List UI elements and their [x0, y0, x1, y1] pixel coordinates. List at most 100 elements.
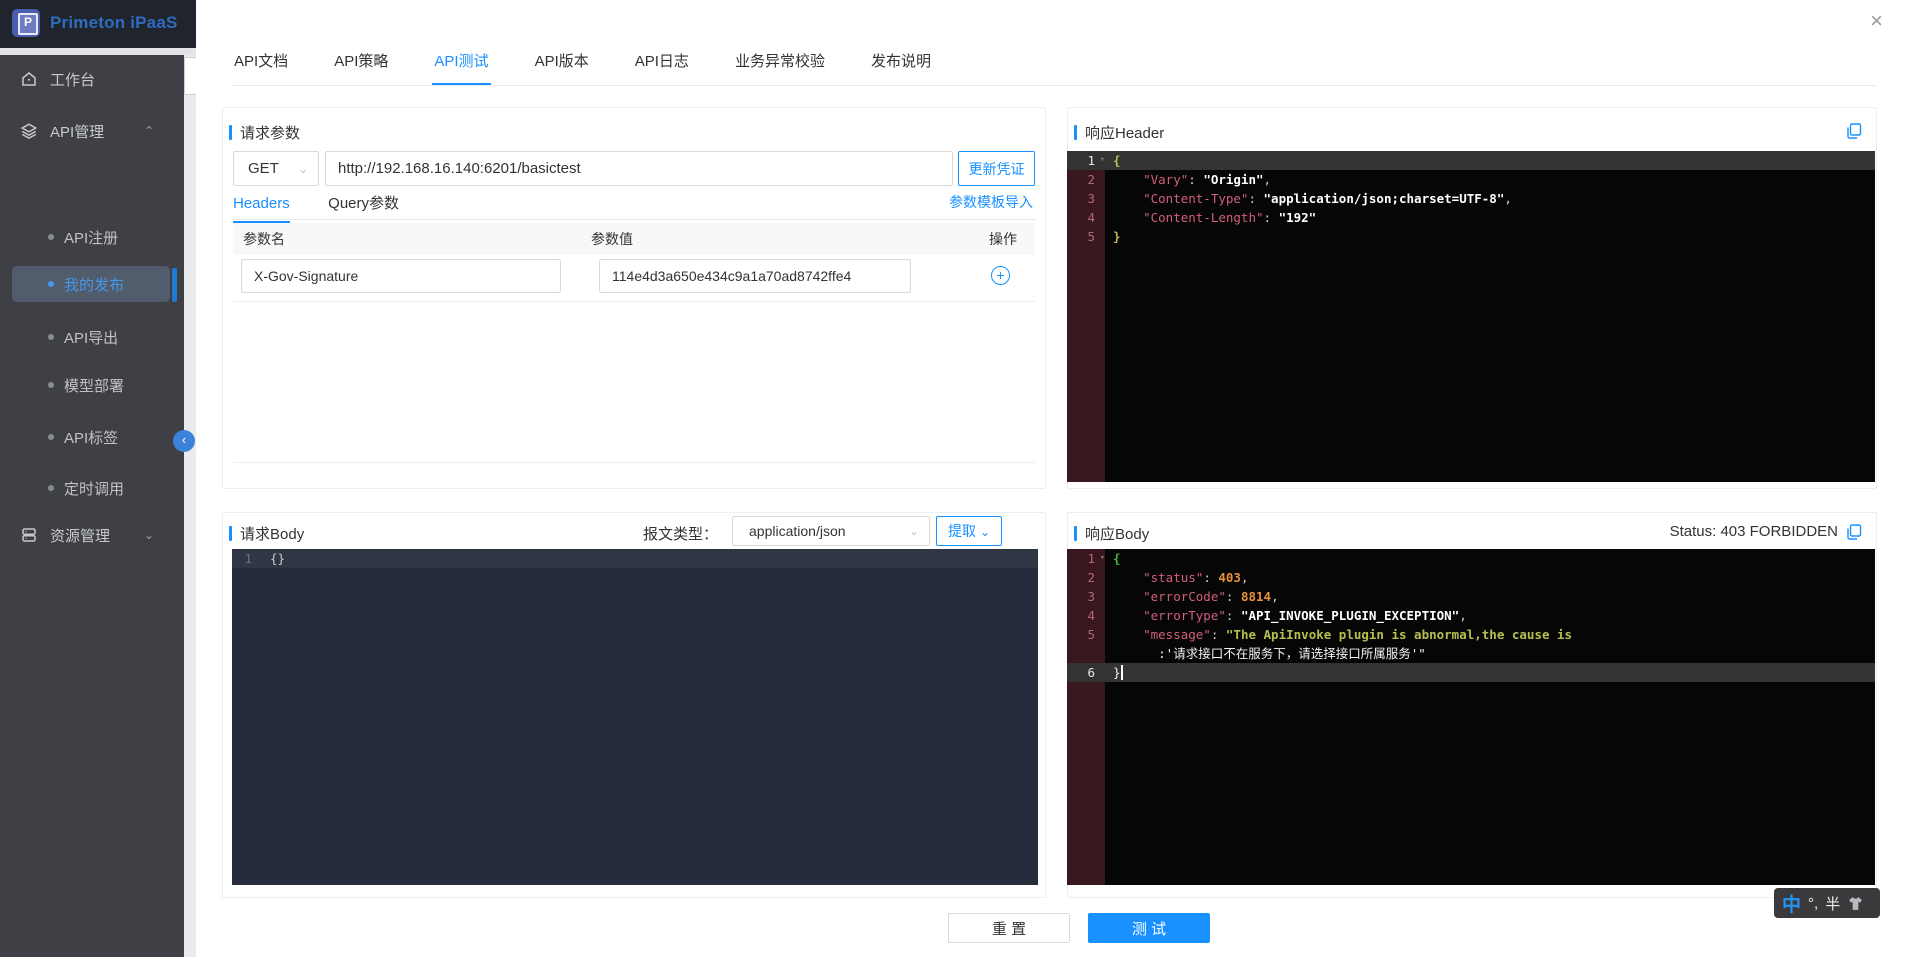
ime-halfwidth-indicator: 半 — [1825, 893, 1840, 914]
code-line: 3 "Content-Type": "application/json;char… — [1067, 189, 1875, 208]
panel-title: 响应Body — [1085, 523, 1149, 544]
code-line: 1▾{ — [1067, 151, 1875, 170]
sidebar-item-api-export[interactable]: API导出 — [0, 319, 184, 355]
param-value-input[interactable] — [599, 259, 911, 293]
ime-statusbar[interactable]: 中 °, 半 — [1774, 888, 1880, 918]
chevron-down-icon: ⌄ — [980, 525, 990, 539]
line-number: 2 — [1067, 568, 1105, 587]
response-header-panel: 响应Header 1▾{2 "Vary": "Origin",3 "Conten… — [1067, 107, 1877, 489]
param-subtabs: Headers Query参数 参数模板导入 — [233, 192, 1035, 220]
response-header-editor[interactable]: 1▾{2 "Vary": "Origin",3 "Content-Type": … — [1067, 151, 1875, 482]
sidebar-group-resource-management[interactable]: 资源管理 ⌄ — [0, 515, 184, 555]
bullet-icon — [48, 485, 54, 491]
code-line: 5 "message": "The ApiInvoke plugin is ab… — [1067, 625, 1875, 644]
param-name-input[interactable] — [241, 259, 561, 293]
tab-api-test[interactable]: API测试 — [432, 36, 490, 85]
copy-icon[interactable] — [1846, 123, 1862, 139]
col-param-name: 参数名 — [233, 229, 591, 249]
section-title: 请求参数 — [229, 122, 300, 143]
sidebar-item-label: 工作台 — [50, 69, 95, 90]
tab-business-exception-check[interactable]: 业务异常校验 — [733, 36, 827, 85]
refresh-credential-button[interactable]: 更新凭证 — [958, 151, 1035, 186]
fold-caret-icon[interactable]: ▾ — [1100, 151, 1105, 170]
line-number: 6 — [1067, 663, 1105, 682]
code-line: 1{} — [232, 549, 1038, 568]
sidebar-item-api-register[interactable]: API注册 — [0, 219, 184, 255]
response-body-editor[interactable]: 1▾{2 "status": 403,3 "errorCode": 8814,4… — [1067, 549, 1875, 885]
modal-backdrop-gap — [184, 55, 196, 957]
panel-title: 响应Header — [1085, 122, 1164, 143]
bullet-icon — [48, 281, 54, 287]
chevron-up-icon[interactable]: ⌃ — [144, 124, 154, 138]
add-param-icon[interactable]: + — [991, 266, 1010, 285]
section-title: 响应Header — [1074, 122, 1164, 143]
background-page-fragment — [184, 57, 196, 95]
tab-api-doc[interactable]: API文档 — [232, 36, 290, 85]
panel-title: 请求参数 — [240, 122, 300, 143]
message-type-label: 报文类型： — [643, 523, 718, 544]
request-body-panel: 请求Body 报文类型： application/json ⌄ 提取 ⌄ 1{} — [222, 512, 1046, 898]
sidebar-group-api-management[interactable]: API管理 ⌃ — [0, 111, 184, 151]
http-method-select[interactable]: GET ⌄ — [233, 151, 319, 186]
subtab-headers[interactable]: Headers — [233, 195, 290, 223]
close-icon[interactable]: × — [1870, 8, 1883, 34]
sidebar-item-api-tags[interactable]: API标签 — [0, 419, 184, 455]
ime-punctuation-indicator: °, — [1808, 895, 1818, 912]
line-number — [1067, 644, 1105, 663]
status-badge: Status: 403 FORBIDDEN — [1670, 523, 1838, 540]
response-body-panel: 响应Body Status: 403 FORBIDDEN 1▾{2 "statu… — [1067, 512, 1877, 898]
code-line: 4 "errorType": "API_INVOKE_PLUGIN_EXCEPT… — [1067, 606, 1875, 625]
tab-api-log[interactable]: API日志 — [633, 36, 691, 85]
chevron-down-icon[interactable]: ⌄ — [144, 528, 154, 542]
home-icon — [20, 70, 38, 88]
code-line: 2 "Vary": "Origin", — [1067, 170, 1875, 189]
title-accent-bar — [229, 125, 232, 140]
sidebar-item-workbench[interactable]: 工作台 — [0, 59, 184, 99]
message-type-select[interactable]: application/json ⌄ — [732, 516, 930, 546]
sidebar-item-label: 模型部署 — [64, 375, 124, 396]
ime-language-indicator: 中 — [1782, 890, 1801, 917]
code-line: 1▾{ — [1067, 549, 1875, 568]
fold-caret-icon[interactable]: ▾ — [1100, 549, 1105, 568]
title-accent-bar — [1074, 125, 1077, 140]
test-button[interactable]: 测 试 — [1088, 913, 1210, 943]
code-line: :'请求接口不在服务下，请选择接口所属服务'" — [1067, 644, 1875, 663]
section-title: 响应Body — [1074, 523, 1149, 544]
request-url-input[interactable] — [325, 151, 953, 186]
tab-api-policy[interactable]: API策略 — [332, 36, 390, 85]
line-number: 2 — [1067, 170, 1105, 189]
topbar-bottom-strip — [0, 48, 196, 55]
table-bottom-divider — [233, 462, 1035, 463]
sidebar-item-model-deploy[interactable]: 模型部署 — [0, 367, 184, 403]
modal-tabs: API文档 API策略 API测试 API版本 API日志 业务异常校验 发布说… — [232, 36, 1877, 86]
code-line: 6} — [1067, 663, 1875, 682]
sidebar-item-label: API导出 — [64, 327, 118, 348]
code-line: 5} — [1067, 227, 1875, 246]
request-body-editor[interactable]: 1{} — [232, 549, 1038, 885]
app-topbar: Primeton iPaaS — [0, 0, 196, 48]
panel-title: 请求Body — [240, 523, 304, 544]
subtab-query-params[interactable]: Query参数 — [328, 192, 399, 222]
extract-label: 提取 — [948, 523, 976, 539]
sidebar-item-label: API注册 — [64, 227, 118, 248]
sidebar-item-label: 定时调用 — [64, 478, 124, 499]
extract-button[interactable]: 提取 ⌄ — [936, 516, 1002, 546]
copy-icon[interactable] — [1846, 524, 1862, 540]
sidebar-item-scheduled-call[interactable]: 定时调用 — [0, 470, 184, 506]
reset-button[interactable]: 重 置 — [948, 913, 1070, 943]
app-logo: Primeton iPaaS — [0, 0, 196, 37]
sidebar-item-label: 我的发布 — [64, 274, 124, 295]
sidebar-group-label: API管理 — [50, 121, 104, 142]
bullet-icon — [48, 382, 54, 388]
tab-api-version[interactable]: API版本 — [533, 36, 591, 85]
tab-publish-notes[interactable]: 发布说明 — [869, 36, 933, 85]
line-number: 5 — [1067, 227, 1105, 246]
sidebar: 工作台 API管理 ⌃ API注册 我的发布 API导出 模型部署 API标签 — [0, 55, 184, 957]
sidebar-collapse-button[interactable]: ‹ — [173, 430, 195, 452]
line-number: 3 — [1067, 189, 1105, 208]
bullet-icon — [48, 334, 54, 340]
param-template-import-link[interactable]: 参数模板导入 — [949, 192, 1033, 212]
sidebar-item-my-publish[interactable]: 我的发布 — [12, 266, 170, 302]
title-accent-bar — [229, 526, 232, 541]
message-type-value: application/json — [749, 523, 846, 539]
